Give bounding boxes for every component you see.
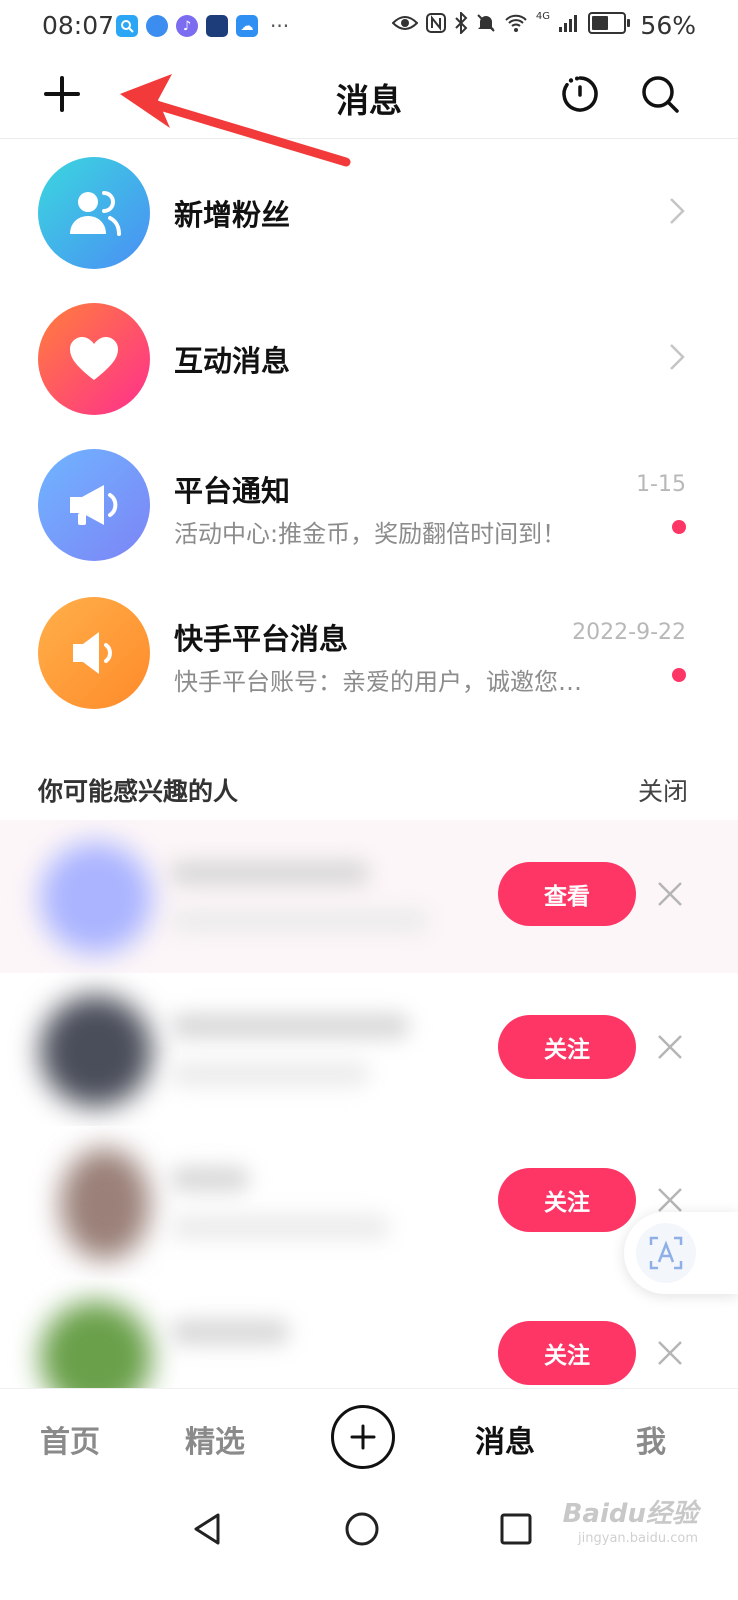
chevron-right-icon — [670, 344, 685, 370]
app-icon-weather: ☁ — [236, 15, 258, 37]
message-item-kuaishou-platform[interactable]: 快手平台消息 2022-9-22 快手平台账号：亲爱的用户，诚邀您… — [0, 580, 738, 720]
message-item-interactions[interactable]: 互动消息 — [0, 286, 738, 426]
battery-icon — [588, 12, 630, 34]
tab-me[interactable]: 我 — [636, 1417, 666, 1461]
search-button[interactable] — [636, 70, 684, 118]
app-icon-music: ♪ — [176, 15, 198, 37]
avatar — [40, 842, 152, 954]
unread-dot — [672, 520, 686, 534]
blurred-info — [170, 908, 430, 934]
watermark-logo: Baidu经验 — [562, 1499, 698, 1529]
mute-icon — [477, 14, 495, 32]
message-date: 2022-9-22 — [572, 620, 686, 645]
bottom-tab-bar: 首页 精选 消息 我 — [0, 1388, 738, 1484]
plus-icon — [350, 1424, 376, 1450]
message-date: 1-15 — [636, 472, 686, 497]
history-button[interactable] — [556, 70, 604, 118]
blurred-name — [170, 1013, 410, 1039]
follow-button[interactable]: 关注 — [498, 1321, 636, 1385]
network-type: 4G — [535, 10, 550, 22]
blurred-name — [170, 1166, 250, 1192]
back-icon[interactable] — [188, 1509, 228, 1549]
blurred-profile — [0, 820, 470, 973]
suggestions-close-button[interactable]: 关闭 — [638, 772, 688, 808]
nfc-icon — [425, 13, 446, 33]
tab-home[interactable]: 首页 — [40, 1417, 100, 1461]
search-icon — [642, 76, 679, 113]
app-icon-browser — [146, 15, 168, 37]
text-recognition-icon — [649, 1236, 683, 1270]
create-button[interactable] — [331, 1405, 395, 1469]
float-inner — [636, 1223, 696, 1283]
bluetooth-icon — [455, 12, 468, 34]
status-time: 08:07 — [42, 11, 115, 40]
interactions-avatar — [38, 303, 150, 415]
tab-featured[interactable]: 精选 — [185, 1417, 245, 1461]
history-icon — [562, 76, 598, 112]
battery-percent: 56% — [640, 11, 696, 40]
blurred-info — [170, 1214, 390, 1240]
unread-dot — [672, 668, 686, 682]
home-icon[interactable] — [342, 1509, 382, 1549]
system-navigation-bar: Baidu经验 jingyan.baidu.com — [0, 1483, 738, 1600]
message-title: 快手平台消息 — [174, 622, 349, 656]
suggestions-heading: 你可能感兴趣的人 — [38, 777, 239, 806]
message-title: 新增粉丝 — [174, 198, 291, 232]
message-preview: 活动中心:推金币，奖励翻倍时间到！ — [174, 520, 567, 548]
speaker-icon — [73, 632, 112, 674]
chevron-right-icon — [670, 198, 685, 224]
recents-icon[interactable] — [496, 1509, 536, 1549]
blurred-profile — [0, 1126, 470, 1279]
notification-icons: ♪ ☁ ··· — [116, 14, 289, 38]
view-button[interactable]: 查看 — [498, 862, 636, 926]
app-icon-search — [116, 15, 138, 37]
close-icon[interactable] — [655, 1185, 685, 1215]
close-icon[interactable] — [655, 879, 685, 909]
message-item-new-fans[interactable]: 新增粉丝 — [0, 140, 738, 280]
blurred-profile — [0, 973, 470, 1126]
message-title: 平台通知 — [174, 474, 291, 508]
suggested-person-row[interactable]: 关注 — [0, 973, 738, 1126]
status-bar: 08:07 ♪ ☁ ··· 4G 56% — [0, 0, 738, 52]
message-preview: 快手平台账号：亲爱的用户，诚邀您… — [174, 668, 582, 696]
follow-button[interactable]: 关注 — [498, 1015, 636, 1079]
heart-icon — [70, 337, 118, 380]
message-title: 互动消息 — [174, 344, 291, 378]
suggested-person-row[interactable]: 查看 — [0, 820, 738, 973]
follow-button[interactable]: 关注 — [498, 1168, 636, 1232]
floating-assistant-button[interactable] — [624, 1212, 738, 1294]
platform-notice-avatar — [38, 449, 150, 561]
app-icon-robot — [206, 15, 228, 37]
new-fans-avatar — [38, 157, 150, 269]
signal-icon — [559, 15, 577, 32]
blurred-name — [170, 1319, 290, 1345]
blurred-name — [170, 860, 370, 886]
close-icon[interactable] — [655, 1338, 685, 1368]
watermark-url: jingyan.baidu.com — [578, 1531, 698, 1546]
avatar — [40, 995, 152, 1107]
close-icon[interactable] — [655, 1032, 685, 1062]
avatar — [60, 1148, 150, 1260]
tab-messages[interactable]: 消息 — [475, 1417, 535, 1461]
kuaishou-platform-avatar — [38, 597, 150, 709]
user-group-icon — [70, 191, 121, 236]
eye-icon — [391, 16, 418, 30]
more-notifications: ··· — [270, 14, 290, 38]
status-indicators: 4G — [391, 10, 630, 34]
wifi-icon — [505, 14, 527, 32]
blurred-info — [170, 1061, 370, 1087]
message-item-platform-notice[interactable]: 平台通知 1-15 活动中心:推金币，奖励翻倍时间到！ — [0, 432, 738, 572]
megaphone-icon — [70, 485, 118, 525]
